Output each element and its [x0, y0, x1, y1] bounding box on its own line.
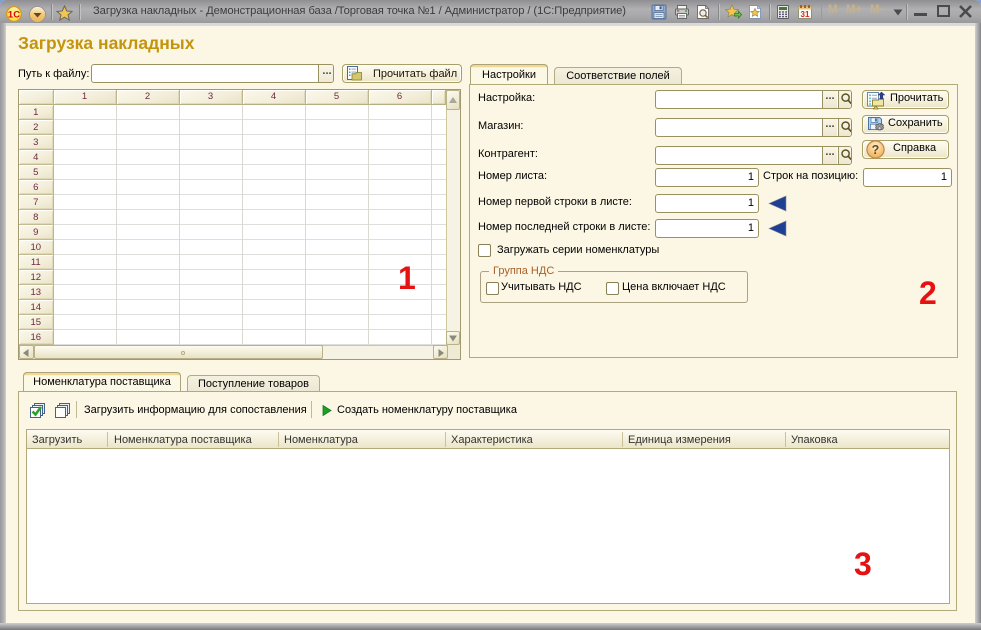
svg-text:?: ?: [872, 143, 880, 157]
svg-text:31: 31: [801, 10, 810, 19]
svg-text:1С: 1С: [8, 10, 20, 21]
